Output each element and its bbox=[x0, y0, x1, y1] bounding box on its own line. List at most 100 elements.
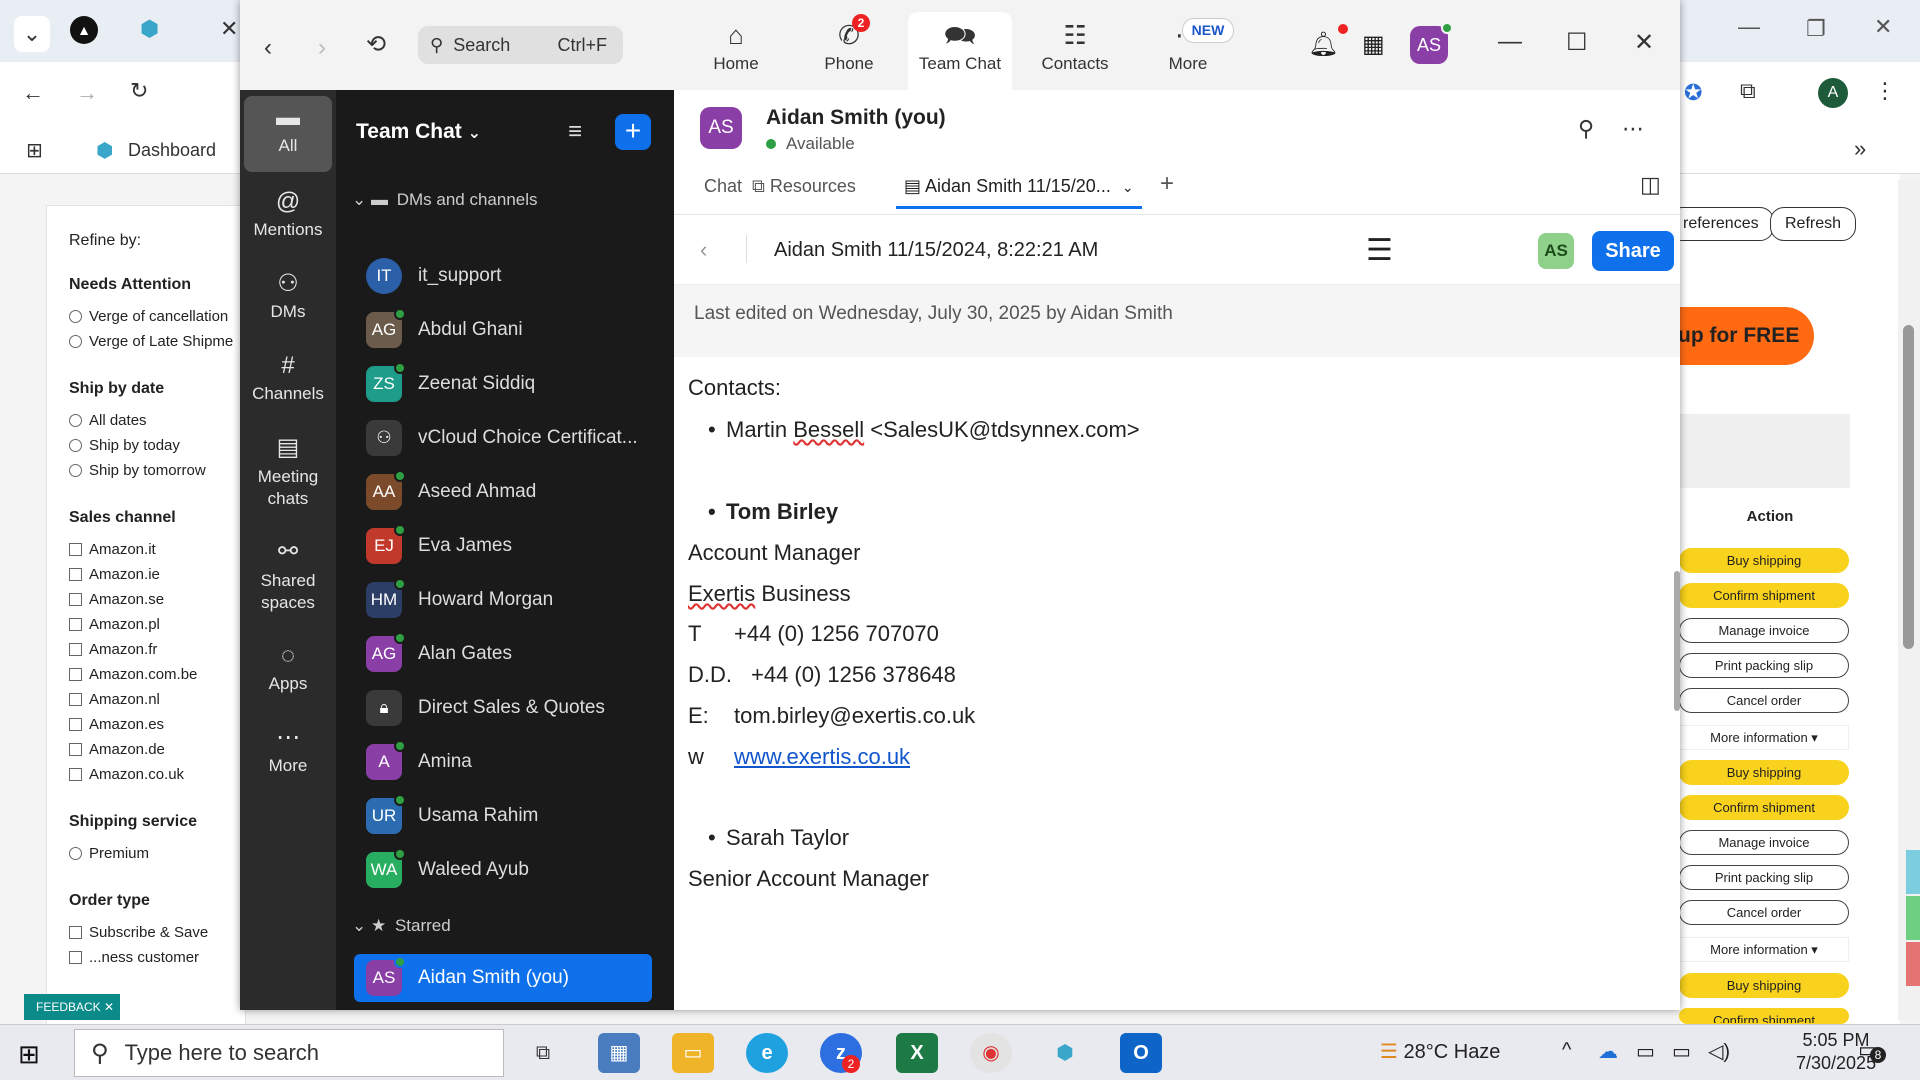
minimize-icon[interactable]: — bbox=[1738, 14, 1760, 40]
close-icon[interactable]: ✕ bbox=[1634, 28, 1654, 57]
excel-icon[interactable]: X bbox=[896, 1033, 938, 1073]
restore-icon[interactable]: ❐ bbox=[1806, 16, 1826, 42]
filter-option[interactable]: Ship by tomorrow bbox=[69, 458, 245, 483]
back-arrow-icon[interactable]: ‹ bbox=[264, 34, 272, 62]
search-icon[interactable]: ⚲ bbox=[1578, 116, 1594, 142]
onedrive-icon[interactable]: ☁ bbox=[1598, 1039, 1618, 1064]
windows-start-icon[interactable]: ⊞ bbox=[18, 1039, 40, 1070]
tray-chevron-icon[interactable]: ^ bbox=[1562, 1039, 1571, 1062]
list-item[interactable]: WA Waleed Ayub bbox=[350, 846, 650, 894]
edge-icon[interactable]: e bbox=[746, 1033, 788, 1073]
tab-phone[interactable]: ✆ Phone bbox=[795, 12, 903, 90]
filter-checkbox[interactable]: Amazon.nl bbox=[69, 687, 245, 712]
dashboard-favicon-icon[interactable]: ⬢ bbox=[140, 16, 159, 42]
more-information-link[interactable]: More information ▾ bbox=[1679, 725, 1849, 750]
filter-option[interactable]: Premium bbox=[69, 841, 245, 866]
task-view-icon[interactable]: ⧉ bbox=[522, 1033, 564, 1073]
tab-chat[interactable]: Chat bbox=[704, 176, 742, 197]
file-explorer-icon[interactable]: ▭ bbox=[672, 1033, 714, 1073]
list-item[interactable]: IT it_support bbox=[350, 252, 650, 300]
filter-checkbox[interactable]: Amazon.ie bbox=[69, 562, 245, 587]
dashboard-bookmark[interactable]: Dashboard bbox=[128, 140, 216, 161]
filter-option[interactable]: Verge of Late Shipme bbox=[69, 329, 245, 354]
list-item[interactable]: ZS Zeenat Siddiq bbox=[350, 360, 650, 408]
filter-checkbox[interactable]: Amazon.com.be bbox=[69, 662, 245, 687]
share-button[interactable]: Share bbox=[1592, 231, 1674, 271]
new-chat-button[interactable]: + bbox=[615, 114, 651, 150]
minimize-icon[interactable]: — bbox=[1498, 28, 1522, 56]
history-icon[interactable]: ⟲ bbox=[366, 30, 386, 59]
weather-widget[interactable]: ☰ 28°C Haze bbox=[1380, 1039, 1500, 1064]
buy-shipping-button[interactable]: Buy shipping bbox=[1679, 973, 1849, 998]
confirm-shipment-button[interactable]: Confirm shipment bbox=[1679, 795, 1849, 820]
tom-website-link[interactable]: www.exertis.co.uk bbox=[734, 744, 910, 770]
filter-checkbox[interactable]: Amazon.co.uk bbox=[69, 762, 245, 787]
filter-checkbox[interactable]: Amazon.pl bbox=[69, 612, 245, 637]
extensions-puzzle-icon[interactable]: ⧉ bbox=[1740, 78, 1756, 104]
outlook-icon[interactable]: O bbox=[1120, 1033, 1162, 1073]
filter-checkbox[interactable]: Subscribe & Save bbox=[69, 920, 245, 945]
close-tab-icon[interactable]: ✕ bbox=[220, 16, 238, 42]
document-scrollbar[interactable] bbox=[1674, 571, 1680, 711]
preferences-button[interactable]: references bbox=[1668, 207, 1774, 241]
menu-icon[interactable]: ☰ bbox=[1366, 233, 1393, 268]
list-item[interactable]: UR Usama Rahim bbox=[350, 792, 650, 840]
tab-home[interactable]: ⌂ Home bbox=[682, 12, 790, 90]
document-body[interactable]: Contacts: Martin Bessell <SalesUK@tdsynn… bbox=[674, 357, 1680, 1011]
search-input[interactable]: ⚲ Search Ctrl+F bbox=[418, 26, 623, 64]
battery-icon[interactable]: ▭ bbox=[1636, 1039, 1655, 1064]
more-information-link[interactable]: More information ▾ bbox=[1679, 937, 1849, 962]
close-window-icon[interactable]: ✕ bbox=[1874, 14, 1892, 40]
rail-all[interactable]: ▬ All bbox=[244, 96, 332, 172]
chrome-icon[interactable]: ◉ bbox=[970, 1033, 1012, 1073]
list-item[interactable]: A Amina bbox=[350, 738, 650, 786]
browser-menu-icon[interactable]: ⋮ bbox=[1874, 78, 1896, 104]
filter-option[interactable]: Verge of cancellation bbox=[69, 304, 245, 329]
refresh-button[interactable]: Refresh bbox=[1770, 207, 1857, 241]
list-item[interactable]: ⚇ vCloud Choice Certificat... bbox=[350, 414, 650, 462]
list-item[interactable]: AA Aseed Ahmad bbox=[350, 468, 650, 516]
buy-shipping-button[interactable]: Buy shipping bbox=[1679, 760, 1849, 785]
tab-document[interactable]: ▤ Aidan Smith 11/15/20... ⌄ bbox=[904, 176, 1134, 197]
print-packing-slip-button[interactable]: Print packing slip bbox=[1679, 653, 1849, 678]
cancel-order-button[interactable]: Cancel order bbox=[1679, 688, 1849, 713]
list-item[interactable]: AG Abdul Ghani bbox=[350, 306, 650, 354]
notification-center-icon[interactable]: ▭ 8 bbox=[1858, 1037, 1886, 1063]
app-icon[interactable]: ⬢ bbox=[1044, 1033, 1086, 1073]
apps-grid-icon[interactable]: ⊞ bbox=[26, 138, 43, 163]
back-arrow-icon[interactable]: ‹ bbox=[700, 237, 707, 263]
tab-resources[interactable]: ⧉ Resources bbox=[752, 176, 856, 197]
avatar[interactable]: AS bbox=[700, 107, 742, 149]
rail-channels[interactable]: # Channels bbox=[244, 348, 332, 404]
signup-banner-button[interactable]: up for FREE bbox=[1670, 307, 1814, 365]
more-options-icon[interactable]: ⋯ bbox=[1622, 116, 1644, 142]
filter-checkbox[interactable]: Amazon.de bbox=[69, 737, 245, 762]
filter-checkbox[interactable]: Amazon.se bbox=[69, 587, 245, 612]
panel-title[interactable]: Team Chat ⌄ bbox=[356, 120, 481, 144]
tab-list-icon[interactable]: ⌄ bbox=[14, 16, 50, 52]
calculator-icon[interactable]: ▦ bbox=[598, 1033, 640, 1073]
filter-icon[interactable]: ≡ bbox=[568, 118, 582, 146]
list-item[interactable]: EJ Eva James bbox=[350, 522, 650, 570]
filter-option[interactable]: Ship by today bbox=[69, 433, 245, 458]
section-dms-and-channels[interactable]: ⌄ ▬ DMs and channels bbox=[352, 190, 538, 210]
list-item[interactable]: HM Howard Morgan bbox=[350, 576, 650, 624]
confirm-shipment-button[interactable]: Confirm shipment bbox=[1679, 1008, 1849, 1024]
filter-option[interactable]: All dates bbox=[69, 408, 245, 433]
extension-icon[interactable]: ✪ bbox=[1684, 80, 1702, 106]
rail-dms[interactable]: ⚇ DMs bbox=[244, 266, 332, 322]
profile-avatar[interactable]: A bbox=[1818, 78, 1848, 108]
chat-title[interactable]: Aidan Smith (you) bbox=[766, 106, 946, 130]
print-packing-slip-button[interactable]: Print packing slip bbox=[1679, 865, 1849, 890]
manage-invoice-button[interactable]: Manage invoice bbox=[1679, 618, 1849, 643]
avatar[interactable]: AS bbox=[1538, 233, 1574, 269]
add-tab-icon[interactable]: + bbox=[1160, 170, 1174, 198]
list-item-selected[interactable]: AS Aidan Smith (you) bbox=[354, 954, 652, 1002]
filter-checkbox[interactable]: Amazon.it bbox=[69, 537, 245, 562]
tab-contacts[interactable]: ☷ Contacts bbox=[1021, 12, 1129, 90]
page-scroll-thumb[interactable] bbox=[1903, 325, 1914, 649]
panel-toggle-icon[interactable]: ◫ bbox=[1640, 172, 1661, 198]
rail-shared-spaces[interactable]: ⚯ Shared spaces bbox=[244, 534, 332, 614]
filter-checkbox[interactable]: Amazon.es bbox=[69, 712, 245, 737]
list-item[interactable]: 🔒︎ Direct Sales & Quotes bbox=[350, 684, 650, 732]
